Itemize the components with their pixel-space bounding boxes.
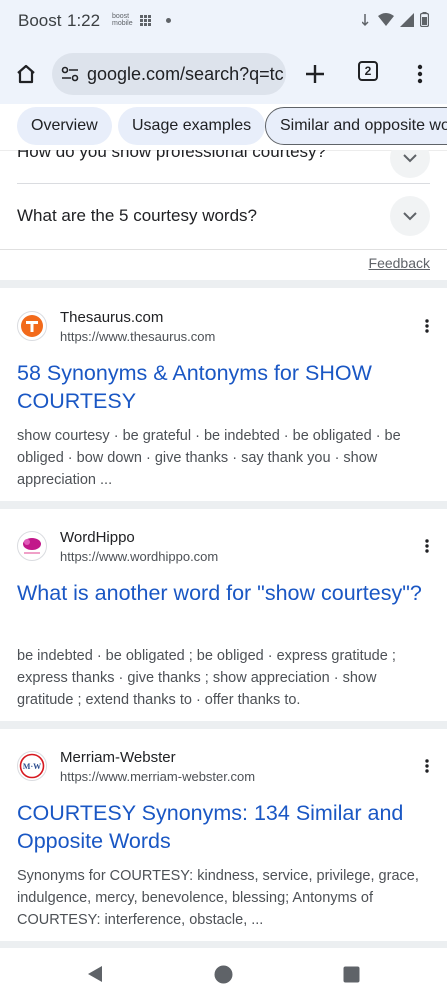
chip-similar-opposite[interactable]: Similar and opposite wo	[265, 107, 447, 145]
carrier-logo-text: boost mobile	[112, 13, 133, 27]
chevron-down-icon	[403, 153, 417, 162]
address-bar[interactable]: google.com/search?q=tc	[52, 53, 286, 95]
expand-button[interactable]	[390, 150, 430, 178]
new-tab-button[interactable]	[295, 54, 335, 94]
more-vert-icon[interactable]	[425, 539, 429, 553]
filter-chips: Overview Usage examples Similar and oppo…	[0, 104, 447, 150]
site-name[interactable]: WordHippo	[60, 529, 135, 546]
expand-button[interactable]	[390, 196, 430, 236]
svg-text:M·W: M·W	[23, 762, 41, 771]
data-arrows-icon	[362, 13, 369, 26]
recents-icon[interactable]	[343, 966, 360, 983]
wordhippo-logo-icon	[23, 538, 41, 554]
section-separator	[0, 501, 447, 509]
home-icon	[17, 64, 35, 84]
faq-question: How do you show professional courtesy?	[17, 150, 326, 161]
dot-icon	[166, 18, 171, 23]
home-button[interactable]	[6, 54, 46, 94]
browser-toolbar: google.com/search?q=tc 2	[0, 44, 447, 104]
result-title-link[interactable]: COURTESY Synonyms: 134 Similar and Oppos…	[17, 799, 427, 855]
section-separator	[0, 280, 447, 288]
grid-notification-icon	[140, 15, 151, 26]
faq-item[interactable]: What are the 5 courtesy words?	[17, 184, 430, 248]
site-url[interactable]: https://www.merriam-webster.com	[60, 769, 255, 784]
battery-icon	[420, 12, 429, 27]
chevron-down-icon	[403, 211, 417, 220]
more-vert-icon	[417, 64, 423, 84]
tab-count[interactable]: 2	[358, 61, 378, 81]
thesaurus-favicon	[17, 311, 47, 341]
status-bar: Boost 1:22 boost mobile	[0, 0, 447, 44]
signal-icon	[400, 12, 414, 27]
divider	[0, 249, 447, 250]
people-also-ask: How do you show professional courtesy? W…	[0, 150, 447, 250]
wifi-icon	[378, 12, 394, 26]
more-vert-icon[interactable]	[425, 319, 429, 333]
result-snippet: be indebted · be obligated ; be obliged …	[17, 648, 396, 708]
clock: 1:22	[67, 11, 101, 30]
result-snippet: Synonyms for COURTESY: kindness, service…	[17, 868, 419, 928]
merriam-webster-favicon: M·W	[17, 751, 47, 781]
site-name[interactable]: Thesaurus.com	[60, 309, 163, 326]
system-navigation-bar	[0, 948, 447, 1000]
wordhippo-favicon	[17, 531, 47, 561]
result-snippet: show courtesy · be grateful · be indebte…	[17, 428, 401, 488]
thesaurus-logo-icon	[21, 315, 43, 337]
menu-button[interactable]	[400, 54, 440, 94]
feedback-link[interactable]: Feedback	[369, 255, 430, 271]
faq-question: What are the 5 courtesy words?	[17, 206, 258, 225]
carrier-label: Boost	[18, 11, 62, 30]
site-settings-icon[interactable]	[61, 65, 79, 83]
site-url[interactable]: https://www.thesaurus.com	[60, 329, 215, 344]
result-title-link[interactable]: 58 Synonyms & Antonyms for SHOW COURTESY	[17, 359, 427, 415]
more-vert-icon[interactable]	[425, 759, 429, 773]
url-text[interactable]: google.com/search?q=tc	[87, 64, 284, 85]
site-url[interactable]: https://www.wordhippo.com	[60, 549, 218, 564]
plus-icon	[306, 65, 324, 83]
chip-overview[interactable]: Overview	[17, 107, 112, 145]
home-circle-icon[interactable]	[214, 965, 233, 984]
section-separator	[0, 721, 447, 729]
back-icon[interactable]	[86, 965, 104, 983]
chip-usage-examples[interactable]: Usage examples	[118, 107, 266, 145]
site-name[interactable]: Merriam-Webster	[60, 749, 176, 766]
result-title-link[interactable]: What is another word for "show courtesy"…	[17, 579, 427, 607]
merriam-webster-logo-icon: M·W	[19, 753, 45, 779]
